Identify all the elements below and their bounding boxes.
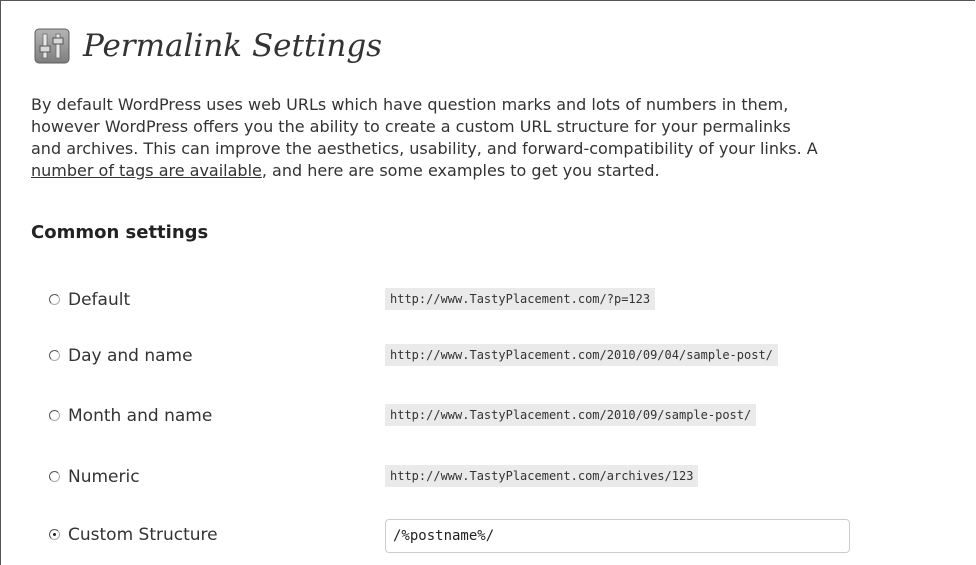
permalink-option-default[interactable]: Default http://www.TastyPlacement.com/?p… — [49, 286, 909, 316]
example-url: http://www.TastyPlacement.com/archives/1… — [385, 465, 699, 487]
intro-line-with-link: number of tags are available, and here a… — [31, 160, 976, 182]
default-radio[interactable] — [49, 294, 60, 305]
example-url: http://www.TastyPlacement.com/?p=123 — [385, 288, 656, 310]
permalink-option-numeric[interactable]: Numeric http://www.TastyPlacement.com/ar… — [49, 463, 909, 493]
option-label[interactable]: Default — [68, 290, 130, 310]
intro-line: and archives. This can improve the aesth… — [31, 139, 818, 158]
settings-panel: Permalink Settings By default WordPress … — [0, 0, 975, 565]
day-and-name-radio[interactable] — [49, 350, 60, 361]
permalink-option-custom-structure[interactable]: Custom Structure — [49, 519, 909, 553]
custom-structure-input[interactable] — [385, 519, 850, 553]
option-label[interactable]: Custom Structure — [68, 525, 218, 545]
permalink-option-month-and-name[interactable]: Month and name http://www.TastyPlacement… — [49, 402, 909, 432]
page-title: Permalink Settings — [83, 28, 383, 64]
option-label[interactable]: Numeric — [68, 467, 140, 487]
page-header: Permalink Settings — [34, 23, 382, 69]
custom-structure-radio[interactable] — [49, 529, 60, 540]
option-label[interactable]: Day and name — [68, 346, 193, 366]
intro-paragraph: By default WordPress uses web URLs which… — [31, 94, 976, 182]
month-and-name-radio[interactable] — [49, 410, 60, 421]
example-url: http://www.TastyPlacement.com/2010/09/04… — [385, 344, 778, 366]
intro-line: however WordPress offers you the ability… — [31, 117, 791, 136]
permalink-option-day-and-name[interactable]: Day and name http://www.TastyPlacement.c… — [49, 342, 909, 372]
example-url: http://www.TastyPlacement.com/2010/09/sa… — [385, 404, 757, 426]
common-settings-heading: Common settings — [31, 222, 209, 243]
intro-line-rest: , and here are some examples to get you … — [261, 161, 660, 180]
option-label[interactable]: Month and name — [68, 406, 212, 426]
settings-sliders-icon — [34, 28, 70, 64]
tags-available-link[interactable]: number of tags are available — [31, 161, 262, 180]
numeric-radio[interactable] — [49, 471, 60, 482]
intro-line: By default WordPress uses web URLs which… — [31, 95, 789, 114]
